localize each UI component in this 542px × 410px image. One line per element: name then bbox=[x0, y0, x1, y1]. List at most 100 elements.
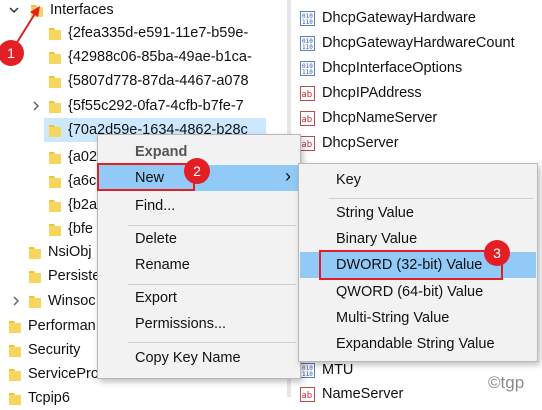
tree-item-guid[interactable]: {b2a bbox=[48, 193, 97, 217]
tree-item-guid[interactable]: {bfe bbox=[48, 217, 93, 241]
svg-text:110: 110 bbox=[302, 19, 313, 26]
value-row[interactable]: 010 110 DhcpGatewayHardware bbox=[300, 6, 476, 30]
tree-item-label: {bfe bbox=[68, 221, 93, 237]
tree-item-label: {42988c06-85ba-49ae-b1ca- bbox=[68, 49, 252, 65]
svg-text:110: 110 bbox=[302, 371, 313, 378]
folder-icon bbox=[8, 366, 22, 382]
chevron-right-icon[interactable] bbox=[30, 100, 42, 112]
submenu-item-key[interactable]: Key bbox=[300, 167, 536, 193]
folder-icon bbox=[48, 98, 62, 114]
string-value-icon: ab bbox=[300, 110, 315, 126]
value-name: DhcpGatewayHardwareCount bbox=[322, 35, 515, 51]
value-row[interactable]: 010 110 DhcpInterfaceOptions bbox=[300, 56, 462, 80]
tree-item-label: Winsoc bbox=[48, 293, 96, 309]
chevron-right-icon[interactable] bbox=[10, 295, 22, 307]
submenu-item-string-value[interactable]: String Value bbox=[300, 200, 536, 226]
menu-item-label: Find... bbox=[135, 198, 176, 214]
tree-item-label: Security bbox=[28, 342, 81, 358]
menu-item-label: Delete bbox=[135, 231, 177, 247]
tree-item-label: Tcpip6 bbox=[28, 390, 70, 406]
annotation-box-new bbox=[97, 163, 195, 191]
svg-text:110: 110 bbox=[302, 69, 313, 76]
binary-value-icon: 010110 bbox=[300, 35, 315, 51]
tree-item-guid[interactable]: {a02 bbox=[48, 145, 97, 169]
menu-separator bbox=[329, 198, 533, 199]
svg-text:ab: ab bbox=[302, 90, 313, 100]
value-row[interactable]: ab DhcpIPAddress bbox=[300, 81, 422, 105]
tree-item-security[interactable]: Security bbox=[8, 338, 80, 362]
value-name: DhcpNameServer bbox=[322, 110, 438, 126]
submenu-item-qword-value[interactable]: QWORD (64-bit) Value bbox=[300, 279, 536, 305]
string-value-icon: ab bbox=[300, 386, 315, 402]
tree-item-persiste[interactable]: Persiste bbox=[28, 264, 100, 288]
binary-value-icon: 010110 bbox=[300, 10, 315, 26]
tree-item-partial[interactable]: Tcpip6 bbox=[8, 386, 70, 410]
menu-item-label: Rename bbox=[135, 257, 190, 273]
submenu-item-label: Expandable String Value bbox=[336, 336, 495, 352]
submenu-item-label: Key bbox=[336, 172, 361, 188]
folder-icon bbox=[48, 221, 62, 237]
submenu-item-label: String Value bbox=[336, 205, 414, 221]
folder-icon bbox=[8, 318, 22, 334]
tree-item-label: Persiste bbox=[48, 268, 101, 284]
tree-item-guid[interactable]: {5807d778-87da-4467-a078 bbox=[48, 69, 249, 93]
value-row[interactable]: ab DhcpNameServer bbox=[300, 106, 437, 130]
string-value-icon: ab bbox=[300, 135, 315, 151]
folder-icon bbox=[48, 197, 62, 213]
submenu-item-label: Multi-String Value bbox=[336, 310, 450, 326]
tree-item-label: NsiObj bbox=[48, 244, 92, 260]
tree-item-label: {b2a bbox=[68, 197, 98, 213]
folder-icon bbox=[28, 244, 42, 260]
submenu-item-expandable-string-value[interactable]: Expandable String Value bbox=[300, 331, 536, 357]
folder-icon bbox=[48, 173, 62, 189]
binary-value-icon: 010110 bbox=[300, 60, 315, 76]
annotation-box-dword bbox=[319, 250, 503, 280]
tree-item-guid[interactable]: {5f55c292-0fa7-4cfb-b7fe-7 bbox=[30, 94, 244, 118]
value-name: DhcpInterfaceOptions bbox=[322, 60, 463, 76]
tree-item-performan[interactable]: Performan bbox=[8, 314, 96, 338]
menu-separator bbox=[128, 342, 296, 343]
string-value-icon: ab bbox=[300, 85, 315, 101]
folder-icon bbox=[48, 122, 62, 138]
tree-item-guid[interactable]: {42988c06-85ba-49ae-b1ca- bbox=[48, 45, 252, 69]
menu-item-label: Permissions... bbox=[135, 316, 227, 332]
tree-item-guid[interactable]: {2fea335d-e591-11e7-b59e- bbox=[48, 21, 248, 45]
value-name: DhcpGatewayHardware bbox=[322, 10, 476, 26]
value-name: DhcpIPAddress bbox=[322, 85, 422, 101]
menu-item-rename[interactable]: Rename bbox=[99, 252, 299, 278]
annotation-badge-2: 2 bbox=[184, 158, 210, 184]
value-row[interactable]: ab NameServer bbox=[300, 382, 403, 406]
svg-text:ab: ab bbox=[302, 115, 313, 125]
submenu-item-multi-string-value[interactable]: Multi-String Value bbox=[300, 305, 536, 331]
submenu-item-label: Binary Value bbox=[336, 231, 418, 247]
tree-item-label: {2fea335d-e591-11e7-b59e- bbox=[68, 25, 249, 41]
submenu-item-label: QWORD (64-bit) Value bbox=[336, 284, 484, 300]
binary-value-icon: 010110 bbox=[300, 362, 315, 378]
tree-item-winsoc[interactable]: Winsoc bbox=[10, 289, 96, 313]
watermark: ©tgp bbox=[488, 373, 525, 392]
value-name: MTU bbox=[322, 362, 354, 378]
tree-item-label: {5807d778-87da-4467-a078 bbox=[68, 73, 249, 89]
svg-text:110: 110 bbox=[302, 44, 313, 51]
folder-icon bbox=[48, 73, 62, 89]
value-name: NameServer bbox=[322, 386, 404, 402]
tree-item-guid[interactable]: {a6c bbox=[48, 169, 96, 193]
menu-item-label: Copy Key Name bbox=[135, 350, 241, 366]
svg-text:ab: ab bbox=[302, 391, 313, 401]
menu-item-export[interactable]: Export bbox=[99, 285, 299, 311]
folder-icon bbox=[28, 293, 42, 309]
tree-item-label: Performan bbox=[28, 318, 96, 334]
menu-item-delete[interactable]: Delete bbox=[99, 226, 299, 252]
tree-item-label: {a02 bbox=[68, 149, 98, 165]
folder-icon bbox=[8, 342, 22, 358]
folder-icon bbox=[28, 268, 42, 284]
menu-item-find[interactable]: Find... bbox=[99, 193, 299, 219]
value-row[interactable]: 010 110 DhcpGatewayHardwareCount bbox=[300, 31, 515, 55]
menu-item-copy-key-name[interactable]: Copy Key Name bbox=[99, 345, 299, 371]
svg-text:ab: ab bbox=[302, 140, 313, 150]
menu-item-permissions[interactable]: Permissions... bbox=[99, 311, 299, 337]
tree-item-label: {a6c bbox=[68, 173, 97, 189]
tree-item-label: {5f55c292-0fa7-4cfb-b7fe-7 bbox=[68, 98, 244, 114]
value-row[interactable]: ab DhcpServer bbox=[300, 131, 399, 155]
tree-item-nsiobj[interactable]: NsiObj bbox=[28, 240, 92, 264]
